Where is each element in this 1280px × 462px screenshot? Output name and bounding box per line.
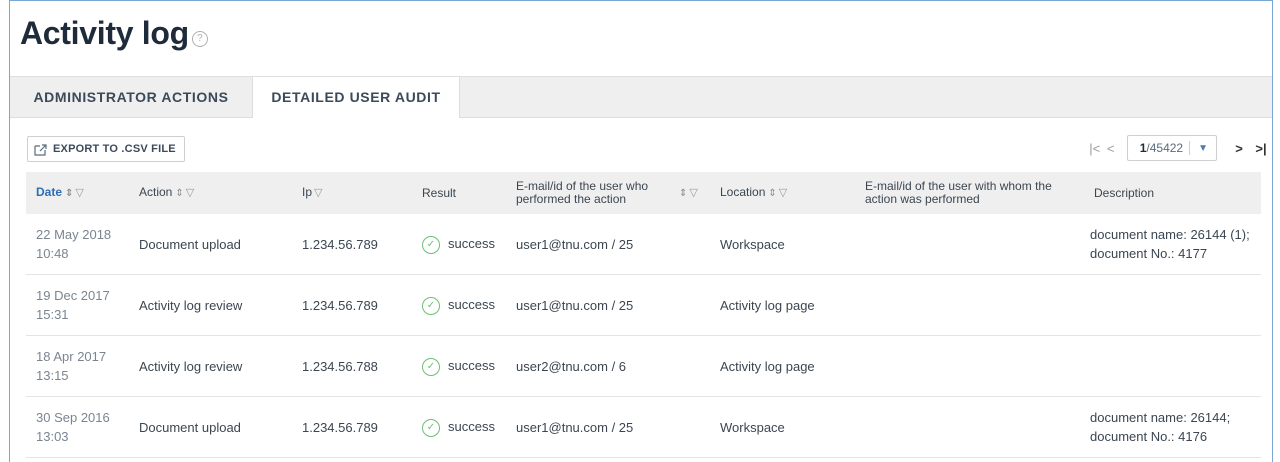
result-cell: ✓ success	[412, 335, 506, 397]
result-cell: ✓ success	[412, 274, 506, 336]
tab-administrator-actions[interactable]: ADMINISTRATOR ACTIONS	[10, 77, 252, 117]
location-cell: Activity log page	[710, 335, 855, 397]
table-row[interactable]: 18 Apr 2017 13:15 Activity log review 1.2…	[26, 335, 1261, 397]
table-row[interactable]: 30 Sep 2016 13:03 Document upload 1.234.5…	[26, 396, 1261, 458]
chevron-down-icon[interactable]: ▼	[1190, 143, 1216, 154]
date-cell: 30 Sep 2016 13:03	[26, 396, 129, 458]
tab-detailed-user-audit[interactable]: DETAILED USER AUDIT	[252, 77, 460, 118]
target-user-cell	[855, 396, 1084, 458]
export-csv-button[interactable]: EXPORT TO .CSV FILE	[27, 136, 185, 162]
description-cell	[1084, 274, 1261, 336]
page-title: Activity log	[20, 15, 189, 51]
action-cell: Activity log review	[129, 335, 292, 397]
ip-cell: 1.234.56.788	[292, 335, 412, 397]
sort-icon[interactable]: ⇕	[65, 188, 73, 199]
next-page-button[interactable]: >	[1231, 141, 1247, 156]
target-user-cell	[855, 214, 1084, 275]
user-cell: user1@tnu.com / 25	[506, 274, 710, 336]
column-header-date[interactable]: Date ⇕ ▽	[26, 172, 129, 214]
action-cell: Document upload	[129, 214, 292, 275]
result-cell: ✓ success	[412, 214, 506, 275]
column-header-location[interactable]: Location ⇕ ▽	[710, 172, 855, 214]
location-cell: Activity log page	[710, 274, 855, 336]
title-row: Activity log ?	[20, 15, 208, 52]
location-cell: Workspace	[710, 214, 855, 275]
column-header-result: Result	[412, 172, 506, 214]
description-cell: document name: 26144 (1); document No.: …	[1084, 214, 1261, 275]
user-cell: user2@tnu.com / 6	[506, 335, 710, 397]
help-icon[interactable]: ?	[191, 30, 208, 47]
tab-bar: ADMINISTRATOR ACTIONS DETAILED USER AUDI…	[10, 76, 1272, 118]
filter-icon[interactable]: ▽	[75, 187, 83, 199]
column-header-ip[interactable]: Ip ▽	[292, 172, 412, 214]
column-header-performer[interactable]: E-mail/id of the user who performed the …	[506, 172, 710, 214]
user-cell: user1@tnu.com / 25	[506, 214, 710, 275]
check-circle-icon: ✓	[422, 235, 440, 254]
check-circle-icon: ✓	[422, 296, 440, 315]
ip-cell: 1.234.56.789	[292, 396, 412, 458]
date-cell: 22 May 2018 10:48	[26, 214, 129, 275]
total-pages: /45422	[1146, 141, 1184, 155]
filter-icon[interactable]: ▽	[186, 187, 194, 199]
first-page-button[interactable]: |<	[1087, 141, 1103, 156]
action-cell: Activity log review	[129, 274, 292, 336]
table-row[interactable]: 19 Dec 2017 15:31 Activity log review 1.2…	[26, 274, 1261, 336]
user-cell: user1@tnu.com / 25	[506, 396, 710, 458]
target-user-cell	[855, 335, 1084, 397]
export-icon	[34, 143, 47, 156]
target-user-cell	[855, 274, 1084, 336]
location-cell: Workspace	[710, 396, 855, 458]
activity-log-panel: Activity log ? ADMINISTRATOR ACTIONS DET…	[9, 0, 1273, 462]
column-header-description: Description	[1084, 172, 1261, 214]
column-header-action[interactable]: Action ⇕ ▽	[129, 172, 292, 214]
column-header-target-user: E-mail/id of the user with whom the acti…	[855, 172, 1084, 214]
sort-icon[interactable]: ⇕	[679, 188, 687, 199]
export-label: EXPORT TO .CSV FILE	[53, 143, 176, 155]
pagination: |< < 1/45422 ▼ > >|	[1087, 134, 1269, 162]
filter-icon[interactable]: ▽	[314, 187, 322, 199]
check-circle-icon: ✓	[422, 357, 440, 376]
ip-cell: 1.234.56.789	[292, 274, 412, 336]
table-header-row: Date ⇕ ▽ Action ⇕ ▽ Ip ▽ Result E-mail/id of …	[26, 172, 1261, 214]
page-select[interactable]: 1/45422 ▼	[1126, 135, 1217, 161]
sort-icon[interactable]: ⇕	[768, 188, 776, 199]
result-cell: ✓ success	[412, 396, 506, 458]
check-circle-icon: ✓	[422, 418, 440, 437]
date-cell: 18 Apr 2017 13:15	[26, 335, 129, 397]
last-page-button[interactable]: >|	[1253, 141, 1269, 156]
description-cell	[1084, 335, 1261, 397]
ip-cell: 1.234.56.789	[292, 214, 412, 275]
sort-icon[interactable]: ⇕	[175, 188, 183, 199]
filter-icon[interactable]: ▽	[689, 187, 697, 199]
filter-icon[interactable]: ▽	[779, 187, 787, 199]
action-cell: Document upload	[129, 396, 292, 458]
description-cell: document name: 26144; document No.: 4176	[1084, 396, 1261, 458]
audit-table: Date ⇕ ▽ Action ⇕ ▽ Ip ▽ Result E-mail/id of …	[26, 172, 1261, 458]
date-cell: 19 Dec 2017 15:31	[26, 274, 129, 336]
table-row[interactable]: 22 May 2018 10:48 Document upload 1.234.5…	[26, 214, 1261, 275]
prev-page-button[interactable]: <	[1103, 141, 1119, 156]
